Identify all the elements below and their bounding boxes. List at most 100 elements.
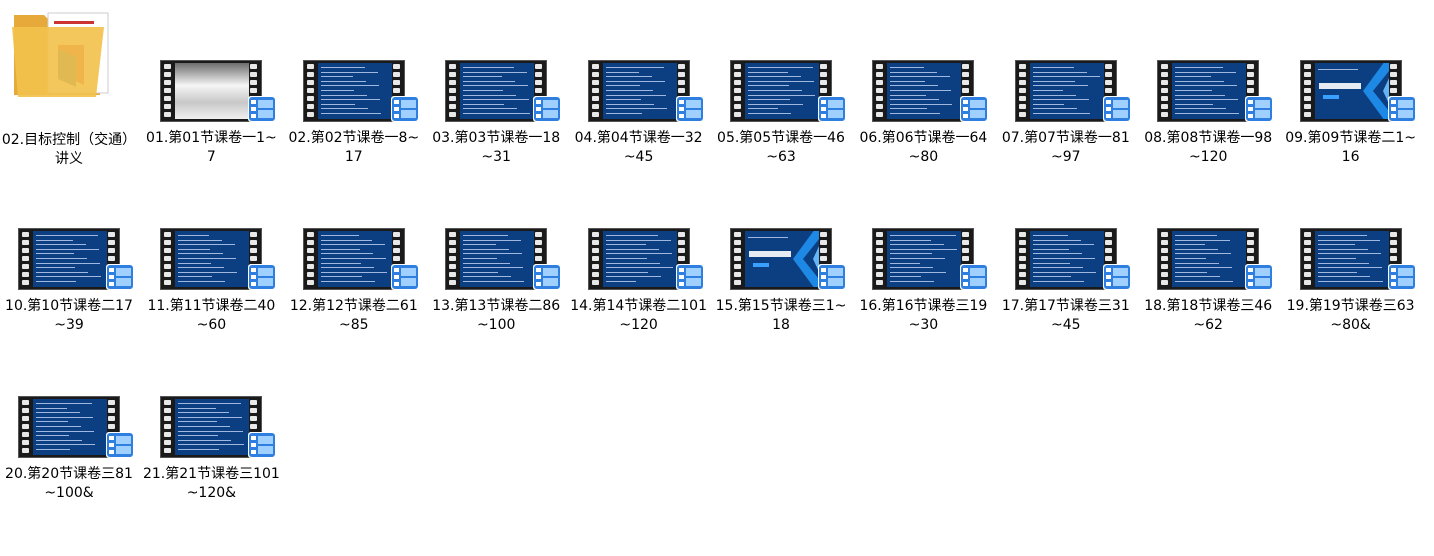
video-file-badge-icon (1102, 96, 1131, 122)
video-file-item[interactable]: 12.第12节课卷二61~85 (285, 228, 423, 388)
file-name-label: 17.第17节课卷三31~45 (1001, 298, 1130, 333)
film-strip-icon (587, 60, 690, 122)
file-name-label: 14.第14节课卷二101~120 (570, 298, 707, 333)
thumbnail-frame (175, 399, 250, 455)
thumbnail-frame (1314, 63, 1389, 119)
video-thumbnail (160, 60, 277, 128)
thumbnail-frame (602, 63, 677, 119)
thumbnail-frame (33, 399, 107, 455)
video-thumbnail (730, 60, 846, 128)
video-file-item[interactable]: 01.第01节课卷一1~7 (142, 60, 280, 220)
video-file-badge-icon (960, 264, 989, 290)
video-thumbnail (730, 228, 846, 296)
video-file-item[interactable]: 03.第03节课卷一18~31 (427, 60, 565, 220)
file-name-label: 19.第19节课卷三63~80& (1286, 298, 1415, 333)
video-file-badge-icon (106, 264, 134, 290)
thumbnail-frame (1029, 63, 1104, 119)
thumbnail-frame (317, 231, 392, 287)
video-file-item[interactable]: 02.第02节课卷一8~17 (285, 60, 423, 220)
video-thumbnail (587, 60, 704, 128)
film-strip-icon (1014, 228, 1117, 290)
video-file-item[interactable]: 16.第16节课卷三19~30 (854, 228, 992, 388)
file-name-label: 09.第09节课卷二1~16 (1285, 130, 1416, 165)
video-file-item[interactable]: 20.第20节课卷三81~100& (0, 396, 138, 556)
video-thumbnail (1014, 60, 1131, 128)
file-name-label: 21.第21节课卷三101~120& (142, 466, 280, 501)
file-name-label: 18.第18节课卷三46~62 (1144, 298, 1273, 333)
video-file-item[interactable]: 17.第17节课卷三31~45 (997, 228, 1135, 388)
film-strip-icon (18, 396, 120, 458)
folder-icon (12, 12, 109, 97)
file-name-label: 13.第13节课卷二86~100 (432, 298, 561, 333)
video-file-badge-icon (533, 264, 562, 290)
film-strip-icon (872, 60, 975, 122)
video-thumbnail (302, 228, 419, 296)
video-file-badge-icon (390, 96, 419, 122)
film-strip-icon (730, 60, 832, 122)
video-thumbnail (1299, 60, 1416, 128)
file-grid: 02.目标控制（交通）讲义 01.第01节课卷一1~7 02.第02节课卷一8~17… (0, 0, 1434, 515)
video-file-badge-icon (818, 264, 846, 290)
video-file-item[interactable]: 21.第21节课卷三101~120& (142, 396, 280, 556)
video-thumbnail (160, 396, 277, 464)
thumbnail-frame (460, 63, 535, 119)
film-strip-icon (160, 60, 263, 122)
video-file-badge-icon (248, 432, 277, 458)
video-file-badge-icon (1245, 96, 1274, 122)
film-strip-icon (302, 228, 405, 290)
video-file-item[interactable]: 04.第04节课卷一32~45 (570, 60, 708, 220)
file-name-label: 04.第04节课卷一32~45 (574, 130, 703, 165)
video-thumbnail (445, 228, 562, 296)
video-file-item[interactable]: 18.第18节课卷三46~62 (1139, 228, 1277, 388)
video-file-item[interactable]: 05.第05节课卷一46~63 (712, 60, 850, 220)
thumbnail-frame (317, 63, 392, 119)
video-thumbnail (18, 228, 134, 296)
file-name-label: 02.第02节课卷一8~17 (288, 130, 420, 165)
thumbnail-frame (175, 63, 250, 119)
film-strip-icon (445, 228, 548, 290)
file-name-label: 08.第08节课卷一98~120 (1144, 130, 1273, 165)
thumbnail-frame (1172, 231, 1247, 287)
thumbnail-frame (602, 231, 677, 287)
video-thumbnail (445, 60, 562, 128)
thumbnail-frame (887, 231, 962, 287)
video-thumbnail (587, 228, 704, 296)
thumbnail-frame (460, 231, 535, 287)
file-name-label: 02.目标控制（交通）讲义 (1, 132, 137, 167)
file-name-label: 15.第15节课卷三1~18 (715, 298, 847, 333)
video-file-badge-icon (248, 264, 277, 290)
folder-item[interactable]: 02.目标控制（交通）讲义 (0, 5, 138, 167)
film-strip-icon (1299, 228, 1402, 290)
video-file-badge-icon (960, 96, 989, 122)
video-file-badge-icon (106, 432, 134, 458)
film-strip-icon (160, 396, 263, 458)
thumbnail-frame (175, 231, 250, 287)
file-name-label: 20.第20节课卷三81~100& (5, 466, 133, 501)
video-file-item[interactable]: 13.第13节课卷二86~100 (427, 228, 565, 388)
video-thumbnail (1299, 228, 1416, 296)
thumbnail-frame (745, 63, 819, 119)
video-file-item[interactable]: 09.第09节课卷二1~16 (1282, 60, 1420, 220)
video-file-badge-icon (1102, 264, 1131, 290)
video-file-item[interactable]: 19.第19节课卷三63~80& (1282, 228, 1420, 388)
video-file-item[interactable]: 15.第15节课卷三1~18 (712, 228, 850, 388)
video-thumbnail (1157, 60, 1274, 128)
video-file-item[interactable]: 07.第07节课卷一81~97 (997, 60, 1135, 220)
file-name-label: 12.第12节课卷二61~85 (289, 298, 418, 333)
film-strip-icon (1299, 60, 1402, 122)
film-strip-icon (730, 228, 832, 290)
file-name-label: 10.第10节课卷二17~39 (5, 298, 133, 333)
video-file-item[interactable]: 06.第06节课卷一64~80 (854, 60, 992, 220)
video-file-item[interactable]: 10.第10节课卷二17~39 (0, 228, 138, 388)
video-file-badge-icon (390, 264, 419, 290)
video-file-badge-icon (248, 96, 277, 122)
file-name-label: 05.第05节课卷一46~63 (717, 130, 845, 165)
video-file-item[interactable]: 14.第14节课卷二101~120 (570, 228, 708, 388)
video-file-badge-icon (675, 264, 704, 290)
video-file-item[interactable]: 08.第08节课卷一98~120 (1139, 60, 1277, 220)
file-name-label: 06.第06节课卷一64~80 (859, 130, 988, 165)
video-file-badge-icon (1387, 96, 1416, 122)
video-file-item[interactable]: 11.第11节课卷二40~60 (142, 228, 280, 388)
video-file-badge-icon (533, 96, 562, 122)
thumbnail-frame (745, 231, 819, 287)
